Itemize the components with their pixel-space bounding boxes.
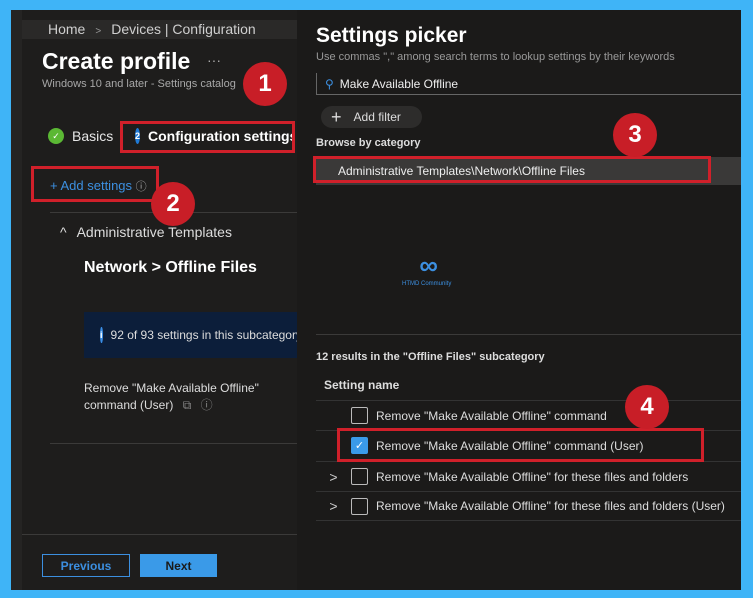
footer-divider	[22, 534, 297, 535]
column-header-setting-name[interactable]: Setting name	[324, 378, 399, 392]
left-nav-strip	[11, 10, 22, 590]
chevron-right-icon[interactable]: >	[316, 469, 351, 485]
divider	[50, 443, 297, 444]
highlight-box-4	[337, 428, 704, 462]
checkbox[interactable]	[351, 468, 368, 485]
tab-label: Basics	[72, 128, 114, 144]
plus-icon: +	[331, 106, 342, 127]
table-row[interactable]: > Remove "Make Available Offline" for the…	[316, 491, 741, 521]
chevron-right-icon[interactable]: >	[316, 498, 351, 514]
group-label: Administrative Templates	[76, 224, 232, 240]
callout-badge-4: 4	[625, 385, 669, 429]
row-label: Remove "Make Available Offline" for thes…	[376, 469, 689, 484]
page-subtitle: Windows 10 and later - Settings catalog	[42, 78, 236, 90]
search-input[interactable]: ⚲ Make Available Offline	[316, 73, 741, 95]
row-label: Remove "Make Available Offline" command	[376, 408, 607, 423]
search-value: Make Available Offline	[339, 76, 459, 91]
breadcrumb: Home > Devices | Configuration	[22, 20, 297, 39]
picker-title: Settings picker	[316, 24, 467, 47]
highlight-box-1	[120, 121, 295, 153]
divider	[316, 334, 741, 335]
picker-hint: Use commas "," among search terms to loo…	[316, 51, 675, 63]
copy-icon[interactable]: ⧉	[183, 398, 192, 412]
checkbox[interactable]	[351, 407, 368, 424]
chevron-up-icon: ^	[60, 224, 67, 240]
info-icon: i	[100, 327, 103, 343]
check-icon: ✓	[48, 128, 64, 144]
callout-badge-3: 3	[613, 113, 657, 157]
results-count: 12 results in the "Offline Files" subcat…	[316, 351, 545, 363]
browse-heading: Browse by category	[316, 137, 421, 149]
info-banner: i 92 of 93 settings in this subcategory	[84, 312, 297, 358]
subcategory-title: Network > Offline Files	[84, 259, 257, 276]
breadcrumb-devices[interactable]: Devices | Configuration	[111, 21, 255, 37]
previous-button[interactable]: Previous	[42, 554, 130, 577]
tab-basics[interactable]: ✓ Basics	[48, 128, 113, 144]
breadcrumb-home[interactable]: Home	[48, 21, 85, 37]
watermark-logo: ∞ HTMD Community	[402, 250, 451, 287]
next-button[interactable]: Next	[140, 554, 217, 577]
info-icon[interactable]: ⓘ	[201, 398, 213, 412]
callout-badge-2: 2	[151, 182, 195, 226]
selected-setting: Remove "Make Available Offline" command (…	[84, 380, 259, 414]
chevron-right-icon: >	[95, 26, 102, 37]
add-filter-button[interactable]: + Add filter	[321, 106, 422, 128]
checkbox[interactable]	[351, 497, 368, 515]
add-filter-label: Add filter	[353, 110, 401, 124]
highlight-box-2	[31, 166, 159, 202]
info-text: 92 of 93 settings in this subcategory	[110, 328, 297, 342]
callout-badge-1: 1	[243, 62, 287, 106]
page-title: Create profile	[42, 48, 191, 74]
table-row[interactable]: > Remove "Make Available Offline" for the…	[316, 461, 741, 491]
table-row[interactable]: Remove "Make Available Offline" command	[316, 400, 741, 430]
logo-icon: ∞	[419, 250, 438, 280]
group-header[interactable]: ^ Administrative Templates	[60, 224, 232, 240]
setting-name-line2: command (User)	[84, 398, 174, 412]
more-icon[interactable]: ···	[207, 52, 221, 68]
highlight-box-3	[313, 156, 711, 183]
search-icon: ⚲	[325, 76, 334, 91]
watermark-text: HTMD Community	[402, 281, 452, 287]
row-label: Remove "Make Available Offline" for thes…	[376, 499, 725, 513]
setting-name-line1: Remove "Make Available Offline"	[84, 381, 259, 395]
